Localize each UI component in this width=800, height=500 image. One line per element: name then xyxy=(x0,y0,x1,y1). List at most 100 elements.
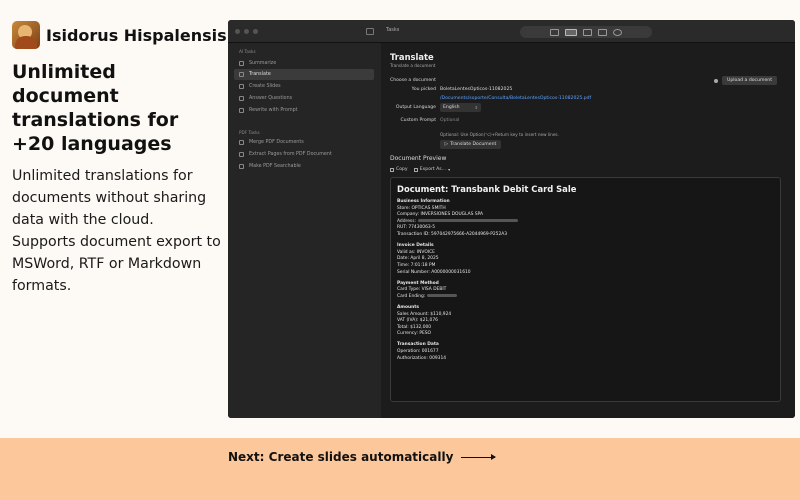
chevron-down-icon: ▾ xyxy=(448,167,451,172)
you-picked-label: You picked xyxy=(411,87,436,92)
document-line-text: Valid as: INVOICE xyxy=(397,249,435,255)
document-line: Date: April 8, 2025 xyxy=(397,256,717,263)
search-icon xyxy=(239,164,244,169)
document-section-heading: Amounts xyxy=(397,305,717,312)
document-line-text: Payment Method xyxy=(397,280,439,286)
document-preview[interactable]: Document: Transbank Debit Card Sale Busi… xyxy=(390,177,781,402)
document-section-heading: Transaction Data xyxy=(397,342,717,349)
minimize-window-button[interactable] xyxy=(244,29,249,34)
info-icon[interactable] xyxy=(714,79,718,83)
document-line: Time: 7:01:18 PM xyxy=(397,263,717,270)
document-line-text: VAT (IVA): $21,076 xyxy=(397,318,438,324)
document-line: Valid as: INVOICE xyxy=(397,250,717,257)
document-line: Card Ending: xyxy=(397,293,717,301)
export-label: Export As... xyxy=(419,167,447,172)
chat-icon[interactable] xyxy=(583,28,592,36)
sidebar-item-create-slides[interactable]: Create Slides xyxy=(234,81,374,92)
close-window-button[interactable] xyxy=(235,29,240,34)
document-section-heading: Business Information xyxy=(397,199,717,206)
next-label: Next: Create slides automatically xyxy=(228,450,454,464)
custom-prompt-label: Custom Prompt xyxy=(400,118,436,123)
document-line: Serial Number: A0000000031610 xyxy=(397,270,717,277)
document-line: VAT (IVA): $21,076 xyxy=(397,318,717,325)
upload-document-button[interactable]: Upload a document xyxy=(722,76,777,85)
brand: Isidorus Hispalensis xyxy=(12,21,227,49)
sidebar-item-merge-pdf[interactable]: Merge PDF Documents xyxy=(234,137,374,148)
description-line: Supports document export to MSWord, RTF … xyxy=(12,234,221,294)
bottom-banner: Next: Create slides automatically xyxy=(0,438,800,500)
headline: Unlimited document translations for +20 … xyxy=(12,61,179,155)
document-line-text: Operation: 001677 xyxy=(397,349,439,355)
merge-icon xyxy=(239,140,244,145)
rewrite-icon xyxy=(239,108,244,113)
document-body: Business Information Store: OPTICAS SMITH… xyxy=(397,199,717,362)
copy-label: Copy xyxy=(396,167,408,172)
translate-button-label: Translate Document xyxy=(450,142,497,147)
sidebar-item-make-searchable[interactable]: Make PDF Searchable xyxy=(234,161,374,172)
redacted-text xyxy=(417,218,518,222)
sidebar-item-label: Create Slides xyxy=(249,84,281,89)
export-menu-button[interactable]: Export As... ▾ xyxy=(413,167,451,172)
zoom-window-button[interactable] xyxy=(253,29,258,34)
document-preview-title: Document Preview xyxy=(390,155,447,162)
sidebar-item-rewrite[interactable]: Rewrite with Prompt xyxy=(234,105,374,116)
saint-portrait-icon xyxy=(12,21,40,49)
window-controls xyxy=(235,29,258,34)
sidebar-item-label: Extract Pages from PDF Document xyxy=(249,152,332,157)
picked-file-path[interactable]: /Documents/soporte/Consulta/BoletaLentes… xyxy=(440,96,591,101)
document-line: Total: $132,000 xyxy=(397,325,717,332)
folder-icon[interactable] xyxy=(550,28,559,36)
document-line-text: RUT: 77430063-5 xyxy=(397,225,436,231)
sidebar: AI Tasks Summarize Translate Create Slid… xyxy=(228,43,381,418)
next-link[interactable]: Next: Create slides automatically xyxy=(228,450,497,464)
document-line-text: Date: April 8, 2025 xyxy=(397,256,439,262)
translate-document-button[interactable]: ▷ Translate Document xyxy=(440,140,501,149)
main-panel: Translate Translate a document Choose a … xyxy=(381,43,795,418)
sidebar-item-label: Make PDF Searchable xyxy=(249,164,301,169)
copy-button[interactable]: Copy xyxy=(390,167,408,172)
sidebar-toggle-icon[interactable] xyxy=(366,28,374,35)
sidebar-item-translate[interactable]: Translate xyxy=(234,69,374,80)
choose-document-label: Choose a document xyxy=(390,78,436,83)
document-title: Document: Transbank Debit Card Sale xyxy=(397,184,577,194)
grid-icon[interactable] xyxy=(598,28,607,36)
toolbar xyxy=(520,26,652,38)
page-title: Translate xyxy=(390,52,434,62)
document-line-text: Business Information xyxy=(397,199,450,204)
page-subtitle: Translate a document xyxy=(390,63,436,68)
output-language-select[interactable]: English ⇕ xyxy=(440,103,481,112)
document-line-text: Sales Amount: $110,924 xyxy=(397,311,452,317)
app-window: Tasks AI Tasks Summarize Translate Creat… xyxy=(228,20,795,418)
custom-prompt-field[interactable]: Optional xyxy=(440,118,459,123)
copy-icon xyxy=(390,167,394,172)
document-line-text: Transaction Data xyxy=(397,342,439,348)
sidebar-item-label: Rewrite with Prompt xyxy=(249,108,298,113)
sidebar-item-extract-pages[interactable]: Extract Pages from PDF Document xyxy=(234,149,374,160)
window-title: Tasks xyxy=(386,27,400,33)
translate-icon xyxy=(239,72,244,77)
slides-icon xyxy=(239,84,244,89)
document-line-text: Authorization: 009314 xyxy=(397,355,447,361)
history-icon[interactable] xyxy=(613,28,622,36)
document-line: Operation: 001677 xyxy=(397,349,717,356)
document-line-text: Currency: PESO xyxy=(397,331,432,337)
document-line-text: Address: xyxy=(397,218,416,224)
sidebar-item-summarize[interactable]: Summarize xyxy=(234,58,374,69)
document-line-text: Card Type: VISA DEBIT xyxy=(397,287,447,293)
sidebar-item-answer-questions[interactable]: Answer Questions xyxy=(234,93,374,104)
document-line-text: Company: INVERSIONES DOUGLAS SPA xyxy=(397,212,483,218)
sidebar-group-pdf-tasks: PDF Tasks xyxy=(239,130,260,135)
chevron-updown-icon: ⇕ xyxy=(474,105,478,110)
description: Unlimited translations for documents wit… xyxy=(12,165,224,297)
picked-file-name: BoletaLentesOpticos-11082025 xyxy=(440,87,513,92)
document-line: Authorization: 009314 xyxy=(397,356,717,363)
app-name: Isidorus Hispalensis xyxy=(46,25,227,45)
description-line: Unlimited translations for documents wit… xyxy=(12,168,207,228)
sidebar-item-label: Translate xyxy=(249,72,271,77)
document-line-text: Store: OPTICAS SMITH xyxy=(397,205,446,211)
arrow-right-icon xyxy=(461,453,497,460)
document-line: Sales Amount: $110,924 xyxy=(397,312,717,319)
layout-icon[interactable] xyxy=(565,28,577,36)
document-line: Company: INVERSIONES DOUGLAS SPA xyxy=(397,212,717,219)
sidebar-group-ai-tasks: AI Tasks xyxy=(239,49,256,54)
